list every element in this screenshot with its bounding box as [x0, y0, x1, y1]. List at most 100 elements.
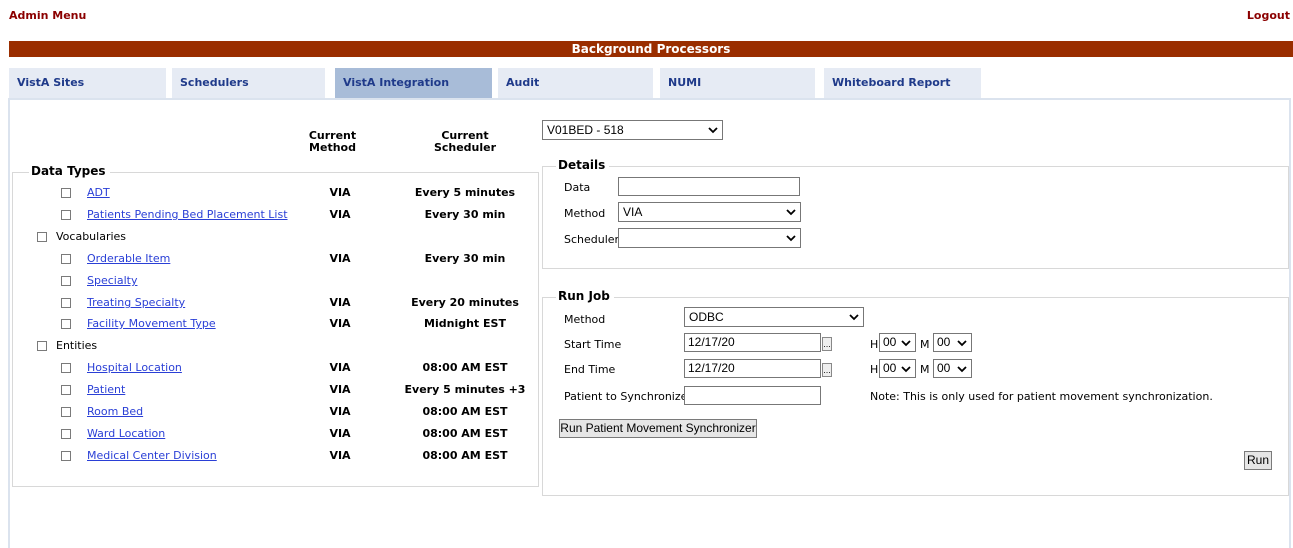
row-current-method: VIA — [329, 186, 351, 199]
row-current-method: VIA — [329, 296, 351, 309]
col-header-current-scheduler: Current Scheduler — [433, 129, 497, 154]
logout-link[interactable]: Logout — [1247, 9, 1290, 22]
run-button[interactable]: Run — [1244, 451, 1272, 470]
end-minute-label: M — [920, 363, 930, 376]
row-checkbox[interactable] — [61, 451, 71, 461]
col-header-current-method: Current Method — [308, 129, 357, 154]
row-current-scheduler: Every 5 minutes — [414, 186, 516, 199]
row-current-scheduler: Every 5 minutes +3 — [404, 383, 526, 396]
end-time-field[interactable]: 12/17/20 — [684, 359, 821, 378]
data-type-link[interactable]: Patient — [87, 383, 125, 396]
details-legend: Details — [556, 158, 610, 172]
row-current-scheduler: Every 30 min — [424, 208, 506, 221]
row-current-scheduler: 08:00 AM EST — [422, 361, 508, 374]
end-minute-select[interactable]: 00 — [933, 359, 972, 378]
tab-audit[interactable]: Audit — [498, 68, 653, 98]
patient-to-synchronize-field[interactable] — [684, 386, 821, 405]
row-current-scheduler: Every 30 min — [424, 252, 506, 265]
run-job-legend: Run Job — [556, 289, 614, 303]
row-checkbox[interactable] — [37, 341, 47, 351]
details-method-select[interactable]: VIA — [618, 202, 801, 222]
row-checkbox[interactable] — [61, 210, 71, 220]
row-checkbox[interactable] — [61, 188, 71, 198]
data-type-link[interactable]: Orderable Item — [87, 252, 170, 265]
start-hour-value: 00 — [883, 335, 897, 349]
start-date-picker-icon[interactable]: ... — [822, 337, 832, 351]
data-type-link[interactable]: Hospital Location — [87, 361, 182, 374]
chevron-down-icon — [786, 209, 796, 216]
data-type-link[interactable]: Treating Specialty — [87, 296, 185, 309]
data-type-link[interactable]: Specialty — [87, 274, 137, 287]
chevron-down-icon — [901, 366, 911, 373]
row-current-method: VIA — [329, 317, 351, 330]
page-title: Background Processors — [9, 41, 1293, 57]
chevron-down-icon — [708, 127, 718, 134]
chevron-down-icon — [957, 340, 967, 347]
data-type-link[interactable]: Room Bed — [87, 405, 143, 418]
details-scheduler-select[interactable] — [618, 228, 801, 248]
tab-schedulers[interactable]: Schedulers — [172, 68, 325, 98]
sync-note: Note: This is only used for patient move… — [870, 390, 1213, 403]
row-checkbox[interactable] — [37, 232, 47, 242]
scheduler-label: Scheduler — [564, 233, 620, 246]
row-checkbox[interactable] — [61, 319, 71, 329]
data-type-group-label: Entities — [56, 339, 98, 352]
start-minute-label: M — [920, 338, 930, 351]
method-label: Method — [564, 207, 606, 220]
data-types-legend: Data Types — [29, 164, 110, 178]
row-current-scheduler: Midnight EST — [424, 317, 506, 330]
row-checkbox[interactable] — [61, 385, 71, 395]
run-method-select[interactable]: ODBC — [684, 307, 864, 327]
data-type-link[interactable]: Medical Center Division — [87, 449, 217, 462]
start-minute-select[interactable]: 00 — [933, 333, 972, 352]
end-hour-select[interactable]: 00 — [879, 359, 916, 378]
row-current-method: VIA — [329, 208, 351, 221]
chevron-down-icon — [786, 235, 796, 242]
start-minute-value: 00 — [937, 335, 951, 349]
row-current-scheduler: 08:00 AM EST — [422, 405, 508, 418]
chevron-down-icon — [957, 366, 967, 373]
run-method-label: Method — [564, 313, 606, 326]
end-hour-value: 00 — [883, 361, 897, 375]
row-current-method: VIA — [329, 427, 351, 440]
details-method-value: VIA — [623, 205, 643, 219]
row-current-method: VIA — [329, 252, 351, 265]
start-time-field[interactable]: 12/17/20 — [684, 333, 821, 352]
tab-vista-sites[interactable]: VistA Sites — [9, 68, 166, 98]
end-hour-label: H — [870, 363, 879, 376]
site-select[interactable]: V01BED - 518 — [542, 120, 723, 140]
tab-vista-integration[interactable]: VistA Integration — [335, 68, 492, 98]
data-type-link[interactable]: Patients Pending Bed Placement List — [87, 208, 288, 221]
row-current-method: VIA — [329, 405, 351, 418]
end-minute-value: 00 — [937, 361, 951, 375]
patient-to-synchronize-label: Patient to Synchronize — [564, 390, 688, 403]
row-checkbox[interactable] — [61, 254, 71, 264]
data-field[interactable] — [618, 177, 800, 196]
start-hour-select[interactable]: 00 — [879, 333, 916, 352]
data-type-group-label: Vocabularies — [56, 230, 127, 243]
run-patient-movement-synchronizer-button[interactable]: Run Patient Movement Synchronizer — [559, 419, 757, 438]
admin-menu-link[interactable]: Admin Menu — [9, 9, 86, 22]
row-checkbox[interactable] — [61, 363, 71, 373]
row-current-method: VIA — [329, 383, 351, 396]
end-time-label: End Time — [564, 363, 616, 376]
row-current-scheduler: 08:00 AM EST — [422, 427, 508, 440]
row-current-method: VIA — [329, 361, 351, 374]
tab-numi[interactable]: NUMI — [660, 68, 815, 98]
end-date-picker-icon[interactable]: ... — [822, 363, 832, 377]
row-checkbox[interactable] — [61, 298, 71, 308]
start-time-label: Start Time — [564, 338, 622, 351]
data-type-link[interactable]: ADT — [87, 186, 110, 199]
chevron-down-icon — [849, 314, 859, 321]
data-type-link[interactable]: Facility Movement Type — [87, 317, 216, 330]
row-current-scheduler: 08:00 AM EST — [422, 449, 508, 462]
row-checkbox[interactable] — [61, 407, 71, 417]
row-current-method: VIA — [329, 449, 351, 462]
row-checkbox[interactable] — [61, 276, 71, 286]
tab-whiteboard-report[interactable]: Whiteboard Report — [824, 68, 981, 98]
site-select-value: V01BED - 518 — [547, 123, 624, 137]
data-type-link[interactable]: Ward Location — [87, 427, 165, 440]
start-hour-label: H — [870, 338, 879, 351]
chevron-down-icon — [901, 340, 911, 347]
row-checkbox[interactable] — [61, 429, 71, 439]
